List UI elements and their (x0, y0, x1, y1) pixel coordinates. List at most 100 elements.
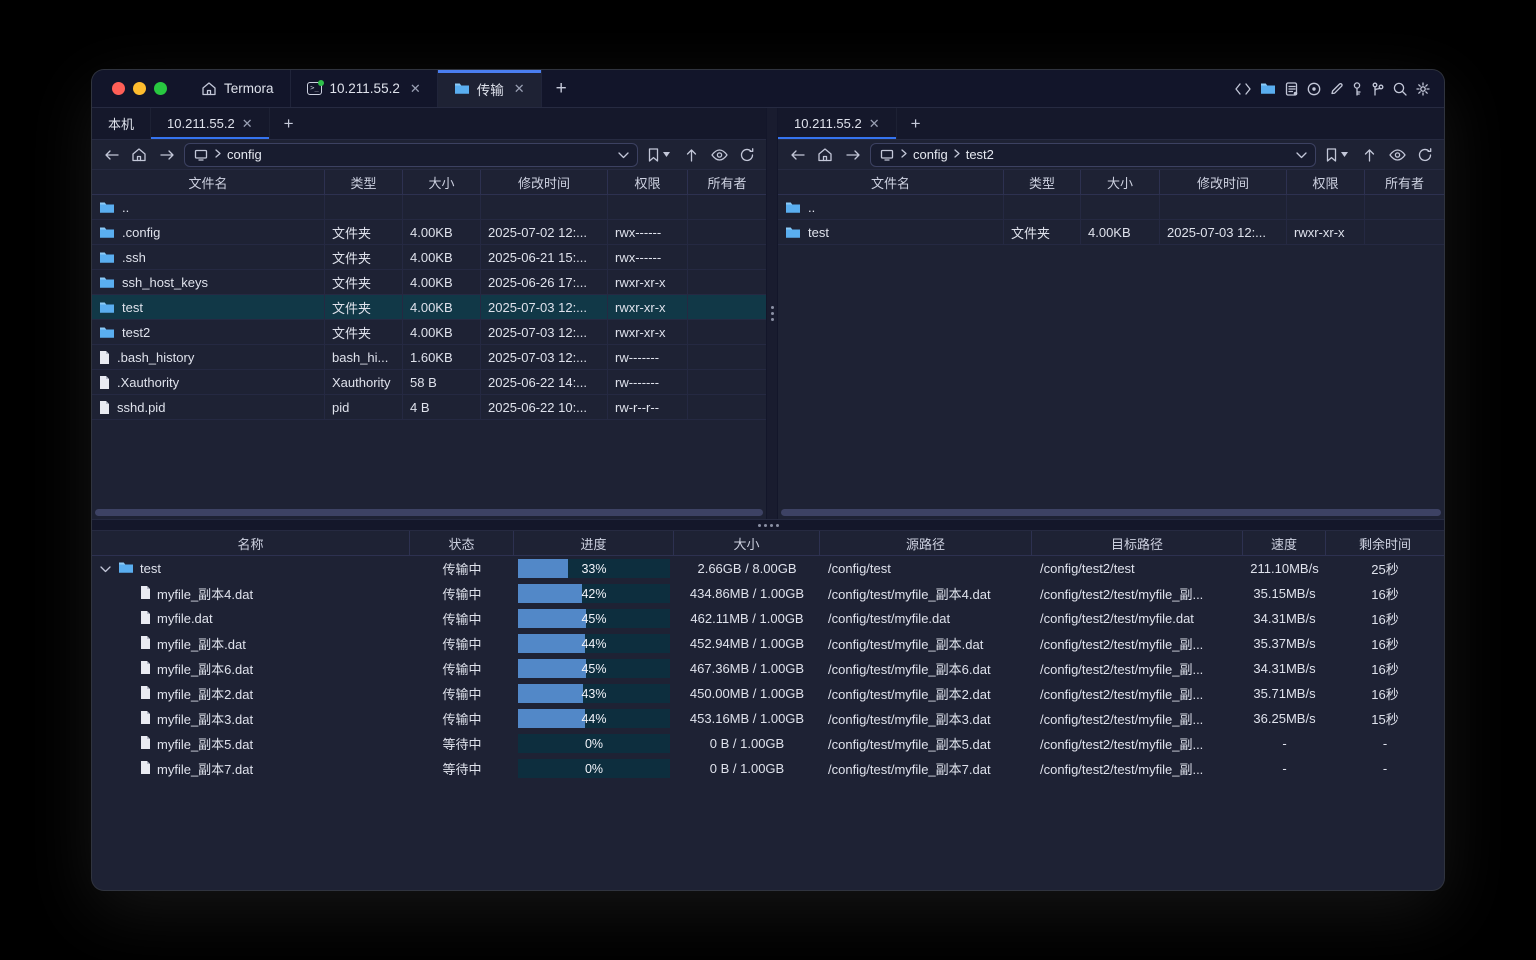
file-owner (688, 320, 766, 344)
home-button[interactable] (128, 144, 150, 166)
path-dropdown-icon[interactable] (1296, 147, 1307, 162)
column-header[interactable]: 所有者 (1365, 170, 1444, 194)
title-tab-10.211.55.2[interactable]: >_10.211.55.2✕ (291, 70, 438, 107)
transfer-column-header[interactable]: 名称 (92, 531, 410, 555)
transfer-row[interactable]: myfile_副本5.dat等待中0%0 B / 1.00GB/config/t… (92, 731, 1444, 756)
column-header[interactable]: 所有者 (688, 170, 766, 194)
minimize-window-button[interactable] (133, 82, 146, 95)
close-window-button[interactable] (112, 82, 125, 95)
transfer-column-header[interactable]: 进度 (514, 531, 674, 555)
file-row[interactable]: .ssh文件夹4.00KB2025-06-21 15:...rwx------ (92, 245, 766, 270)
column-header[interactable]: 大小 (403, 170, 481, 194)
close-tab-icon[interactable]: ✕ (410, 81, 421, 97)
file-row[interactable]: sshd.pidpid4 B2025-06-22 10:...rw-r--r-- (92, 395, 766, 420)
file-row[interactable]: test文件夹4.00KB2025-07-03 12:...rwxr-xr-x (92, 295, 766, 320)
transfer-row[interactable]: myfile_副本.dat传输中44%452.94MB / 1.00GB/con… (92, 631, 1444, 656)
transfer-row[interactable]: test传输中33%2.66GB / 8.00GB/config/test/co… (92, 556, 1444, 581)
bookmark-button[interactable] (644, 144, 674, 166)
path-input[interactable]: config test2 (870, 143, 1316, 167)
transfer-remaining: 16秒 (1326, 656, 1444, 681)
forward-button[interactable] (842, 144, 864, 166)
transfer-row[interactable]: myfile_副本4.dat传输中42%434.86MB / 1.00GB/co… (92, 581, 1444, 606)
back-button[interactable] (100, 144, 122, 166)
file-row[interactable]: test2文件夹4.00KB2025-07-03 12:...rwxr-xr-x (92, 320, 766, 345)
refresh-button[interactable] (1414, 144, 1436, 166)
file-row[interactable]: .config文件夹4.00KB2025-07-02 12:...rwx----… (92, 220, 766, 245)
transfer-row[interactable]: myfile_副本3.dat传输中44%453.16MB / 1.00GB/co… (92, 706, 1444, 731)
column-header[interactable]: 文件名 (92, 170, 325, 194)
right-panel-tab-10.211.55.2[interactable]: 10.211.55.2✕ (778, 108, 897, 139)
expand-chevron-icon[interactable] (98, 561, 112, 576)
transfer-column-header[interactable]: 状态 (410, 531, 514, 555)
zoom-window-button[interactable] (154, 82, 167, 95)
document-icon[interactable] (1285, 82, 1298, 96)
record-icon[interactable] (1307, 82, 1321, 96)
file-row[interactable]: .. (778, 195, 1444, 220)
vertical-splitter[interactable] (766, 108, 778, 519)
progress-bar: 45% (518, 609, 670, 628)
title-tab-传输[interactable]: 传输✕ (438, 70, 542, 107)
title-tab-Termora[interactable]: Termora (185, 70, 291, 107)
path-input[interactable]: config (184, 143, 638, 167)
transfer-column-header[interactable]: 剩余时间 (1326, 531, 1444, 555)
horizontal-scrollbar[interactable] (781, 509, 1441, 516)
left-panel-new-tab-button[interactable]: + (270, 108, 308, 139)
transfer-column-header[interactable]: 目标路径 (1032, 531, 1243, 555)
horizontal-scrollbar[interactable] (95, 509, 763, 516)
file-icon (140, 761, 151, 777)
refresh-button[interactable] (736, 144, 758, 166)
file-row[interactable]: ssh_host_keys文件夹4.00KB2025-06-26 17:...r… (92, 270, 766, 295)
up-directory-button[interactable] (680, 144, 702, 166)
file-size: 4.00KB (1081, 220, 1160, 244)
right-panel-new-tab-button[interactable]: + (897, 108, 935, 139)
code-icon[interactable] (1235, 83, 1251, 95)
close-tab-icon[interactable]: ✕ (242, 116, 253, 132)
show-hidden-button[interactable] (708, 144, 730, 166)
transfer-column-header[interactable]: 速度 (1243, 531, 1326, 555)
column-header[interactable]: 修改时间 (481, 170, 608, 194)
settings-icon[interactable] (1416, 82, 1430, 96)
folder-icon[interactable] (1260, 82, 1276, 95)
left-panel-tab-本机[interactable]: 本机 (92, 108, 151, 139)
up-directory-button[interactable] (1358, 144, 1380, 166)
back-button[interactable] (786, 144, 808, 166)
branch-icon[interactable] (1371, 82, 1384, 96)
left-panel-tab-10.211.55.2[interactable]: 10.211.55.2✕ (151, 108, 270, 139)
bookmark-button[interactable] (1322, 144, 1352, 166)
column-header[interactable]: 大小 (1081, 170, 1160, 194)
key-icon[interactable] (1352, 82, 1362, 96)
close-tab-icon[interactable]: ✕ (869, 116, 880, 132)
horizontal-splitter[interactable] (92, 519, 1444, 531)
column-header[interactable]: 类型 (1004, 170, 1081, 194)
forward-button[interactable] (156, 144, 178, 166)
column-header[interactable]: 权限 (608, 170, 688, 194)
column-header[interactable]: 文件名 (778, 170, 1004, 194)
transfer-row[interactable]: myfile_副本7.dat等待中0%0 B / 1.00GB/config/t… (92, 756, 1444, 781)
file-row[interactable]: .XauthorityXauthority58 B2025-06-22 14:.… (92, 370, 766, 395)
edit-icon[interactable] (1330, 82, 1343, 95)
file-owner (1365, 220, 1444, 244)
transfer-column-header[interactable]: 源路径 (820, 531, 1032, 555)
progress-label: 0% (518, 759, 670, 778)
column-header[interactable]: 类型 (325, 170, 403, 194)
new-title-tab-button[interactable]: + (542, 70, 581, 107)
file-row[interactable]: .bash_historybash_hi...1.60KB2025-07-03 … (92, 345, 766, 370)
column-header[interactable]: 修改时间 (1160, 170, 1287, 194)
close-tab-icon[interactable]: ✕ (514, 81, 525, 97)
path-crumb[interactable]: config (913, 147, 948, 162)
path-crumb[interactable]: test2 (966, 147, 994, 162)
transfer-row[interactable]: myfile_副本2.dat传输中43%450.00MB / 1.00GB/co… (92, 681, 1444, 706)
show-hidden-button[interactable] (1386, 144, 1408, 166)
file-row[interactable]: test文件夹4.00KB2025-07-03 12:...rwxr-xr-x (778, 220, 1444, 245)
column-header[interactable]: 权限 (1287, 170, 1365, 194)
path-dropdown-icon[interactable] (618, 147, 629, 162)
transfer-row[interactable]: myfile_副本6.dat传输中45%467.36MB / 1.00GB/co… (92, 656, 1444, 681)
file-row[interactable]: .. (92, 195, 766, 220)
search-icon[interactable] (1393, 82, 1407, 96)
file-table-header: 文件名类型大小修改时间权限所有者 (778, 170, 1444, 195)
transfer-column-header[interactable]: 大小 (674, 531, 820, 555)
home-button[interactable] (814, 144, 836, 166)
progress-label: 44% (518, 709, 670, 728)
path-crumb[interactable]: config (227, 147, 262, 162)
transfer-row[interactable]: myfile.dat传输中45%462.11MB / 1.00GB/config… (92, 606, 1444, 631)
